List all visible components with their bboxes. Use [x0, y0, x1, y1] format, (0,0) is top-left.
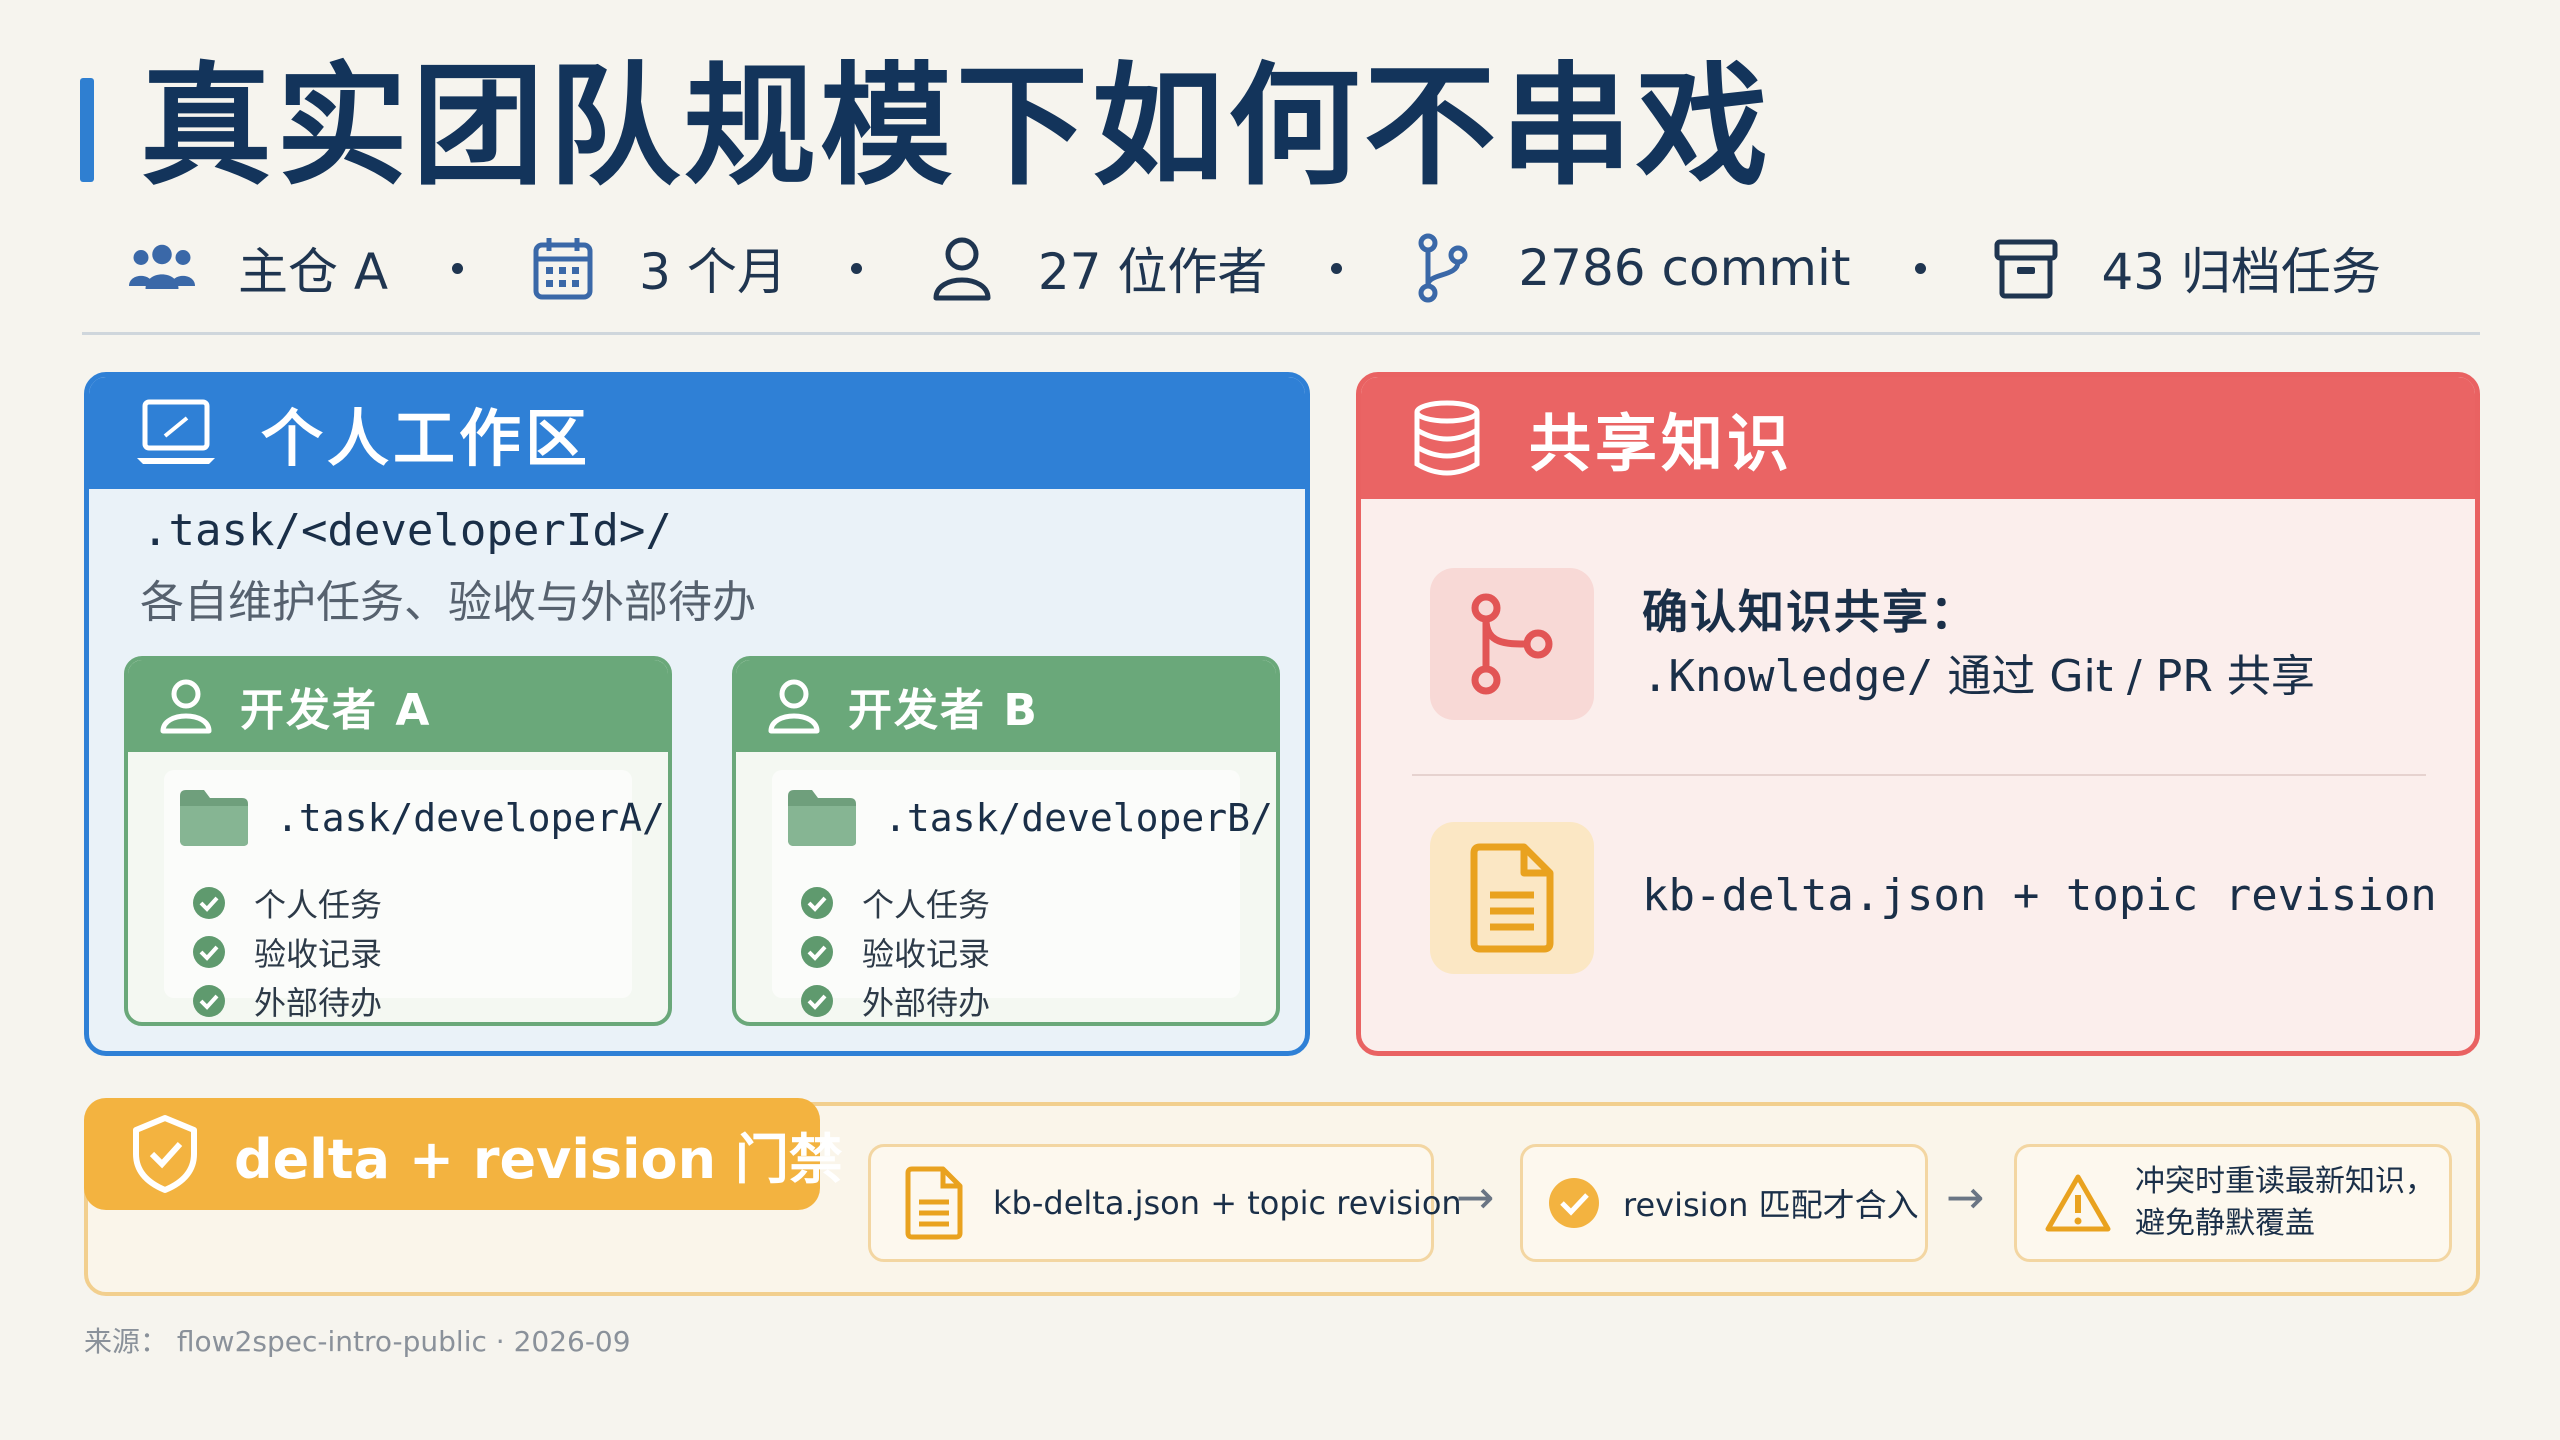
knowledge-share-title: 确认知识共享：	[1642, 585, 1978, 639]
personal-description: 各自维护任务、验收与外部待办	[140, 577, 756, 628]
gate-step-revision-text: revision 匹配才合入	[1623, 1186, 1919, 1224]
developer-b-path: .task/developerB/	[884, 796, 1273, 840]
separator-dot	[452, 262, 464, 274]
divider	[82, 332, 2480, 335]
list-item: 个人任务	[800, 878, 990, 927]
personal-workspace-title: 个人工作区	[261, 402, 592, 475]
stat-repo: 主仓 A	[126, 232, 388, 304]
knowledge-divider	[1412, 774, 2426, 776]
shared-knowledge-header: 共享知识	[1361, 377, 2475, 499]
warning-icon	[2045, 1173, 2111, 1233]
developer-a-header: 开发者 A	[128, 660, 668, 752]
git-branch-icon	[1466, 592, 1558, 696]
gate-step-revision: revision 匹配才合入	[1520, 1144, 1928, 1262]
developer-a-path: .task/developerA/	[276, 796, 665, 840]
user-icon	[158, 677, 214, 735]
developer-b-folder: .task/developerB/	[786, 788, 1273, 848]
list-item: 个人任务	[192, 878, 382, 927]
knowledge-share-subtitle: .Knowledge/ 通过 Git / PR 共享	[1642, 640, 2315, 704]
list-item: 外部待办	[192, 976, 383, 1022]
knowledge-share-method: 通过 Git / PR 共享	[1933, 651, 2315, 702]
page-title: 真实团队规模下如何不串戏	[140, 50, 1772, 204]
stat-commits: 2786 commit	[1406, 232, 1851, 304]
check-circle-icon	[800, 935, 834, 969]
check-circle-icon	[192, 886, 226, 920]
stat-archived: 43 归档任务	[1990, 232, 2382, 304]
shield-check-icon	[130, 1114, 200, 1194]
developer-a-folder: .task/developerA/	[178, 788, 665, 848]
conflict-line-1: 冲突时重读最新知识，	[2135, 1164, 2435, 1199]
title-accent-bar	[80, 78, 94, 182]
gate-label: delta + revision 门禁	[84, 1098, 843, 1210]
stat-duration-text: 3 个月	[639, 243, 787, 301]
item-label: 个人任务	[862, 885, 991, 924]
check-circle-icon	[1547, 1176, 1601, 1230]
list-item: 外部待办	[800, 976, 991, 1022]
source-footnote: 来源： flow2spec-intro-public · 2026-09	[84, 1325, 631, 1358]
arrow-right-icon: →	[1456, 1170, 1495, 1224]
item-label: 外部待办	[862, 983, 991, 1022]
user-icon	[926, 232, 998, 304]
file-text-icon	[1466, 843, 1558, 953]
archive-icon	[1990, 232, 2062, 304]
item-label: 验收记录	[254, 934, 383, 973]
knowledge-path: .Knowledge/	[1642, 651, 1934, 702]
gate-step-delta: kb-delta.json + topic revision	[868, 1144, 1462, 1262]
developer-card-a: 开发者 A .task/developerA/ 个人任务 验收记录 外部待办	[124, 656, 672, 1026]
personal-workspace-header: 个人工作区	[89, 377, 1305, 489]
arrow-right-icon: →	[1946, 1170, 1985, 1224]
stat-archived-text: 43 归档任务	[2101, 243, 2382, 301]
folder-icon	[178, 788, 250, 848]
database-icon	[1411, 400, 1483, 476]
file-icon-tile	[1430, 822, 1594, 974]
gate-step-conflict-text: 冲突时重读最新知识， 避免静默覆盖	[2135, 1161, 2435, 1245]
developer-a-name: 开发者 A	[240, 685, 432, 736]
user-icon	[766, 677, 822, 735]
gate-step-delta-text: kb-delta.json + topic revision	[993, 1184, 1462, 1222]
item-label: 验收记录	[862, 934, 991, 973]
personal-path: .task/<developerId>/	[142, 505, 672, 556]
list-item: 验收记录	[192, 927, 382, 976]
calendar-icon	[527, 232, 599, 304]
item-label: 外部待办	[254, 983, 383, 1022]
check-circle-icon	[800, 886, 834, 920]
developer-a-items: 个人任务 验收记录 外部待办	[192, 878, 383, 1022]
developer-b-name: 开发者 B	[848, 685, 1039, 736]
list-item: 验收记录	[800, 927, 990, 976]
check-circle-icon	[192, 984, 226, 1018]
stat-duration: 3 个月	[527, 232, 787, 304]
stat-authors: 27 位作者	[926, 232, 1268, 304]
check-circle-icon	[192, 935, 226, 969]
gate-step-conflict: 冲突时重读最新知识， 避免静默覆盖	[2014, 1144, 2452, 1262]
stat-authors-text: 27 位作者	[1037, 243, 1268, 301]
folder-icon	[786, 788, 858, 848]
developer-b-items: 个人任务 验收记录 外部待办	[800, 878, 991, 1022]
stat-commits-text: 2786 commit	[1518, 239, 1851, 297]
separator-dot	[850, 262, 862, 274]
laptop-icon	[135, 398, 217, 468]
item-label: 个人任务	[254, 885, 383, 924]
developer-b-header: 开发者 B	[736, 660, 1276, 752]
separator-dot	[1914, 262, 1926, 274]
conflict-line-2: 避免静默覆盖	[2135, 1206, 2315, 1241]
shared-knowledge-title: 共享知识	[1529, 407, 1794, 480]
file-text-icon	[903, 1166, 965, 1240]
check-circle-icon	[800, 984, 834, 1018]
users-icon	[126, 232, 198, 304]
gate-label-text: delta + revision 门禁	[234, 1127, 843, 1191]
knowledge-delta-label: kb-delta.json + topic revision	[1642, 870, 2437, 921]
git-branch-icon	[1406, 232, 1478, 304]
stats-row: 主仓 A 3 个月 27 位作者 2786 commit 43 归档任务	[126, 228, 2381, 308]
stat-repo-text: 主仓 A	[238, 243, 389, 301]
separator-dot	[1331, 262, 1343, 274]
git-icon-tile	[1430, 568, 1594, 720]
developer-card-b: 开发者 B .task/developerB/ 个人任务 验收记录 外部待办	[732, 656, 1280, 1026]
knowledge-delta-text: kb-delta.json + topic revision	[1642, 870, 2437, 921]
